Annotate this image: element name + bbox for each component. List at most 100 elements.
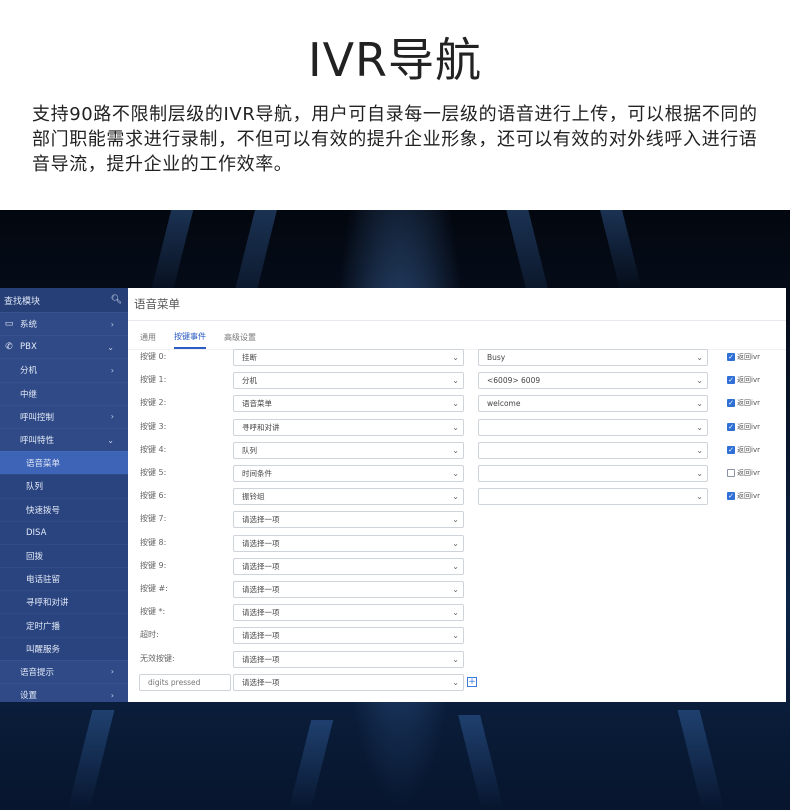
tab[interactable]: 按键事件 [174, 331, 206, 349]
sidebar-item[interactable]: ✆ PBX ⌄ [0, 335, 128, 358]
digits-pressed-input[interactable] [139, 673, 231, 691]
key-label: 按键 0: [140, 352, 167, 361]
action-select[interactable]: 请选择一项 ⌄ [233, 627, 464, 645]
action-select[interactable]: 振铃组 ⌄ [233, 488, 464, 506]
sidebar-item[interactable]: 分机 › [0, 358, 128, 381]
target-select[interactable]: ⌄ [478, 441, 708, 459]
sidebar-item-label: 分机 [20, 366, 38, 377]
select-value: 请选择一项 [242, 515, 280, 525]
module-search[interactable]: 查找模块 🔍︎ [0, 288, 128, 312]
sidebar-item-label: 电话驻留 [26, 575, 61, 586]
action-select[interactable]: 分机 ⌄ [233, 372, 464, 390]
select-value: 语音菜单 [242, 399, 272, 409]
search-icon[interactable]: 🔍︎ [111, 295, 122, 305]
return-ivr-label: 返回ivr [737, 492, 760, 501]
return-ivr-label: 返回ivr [737, 353, 760, 361]
sidebar-item[interactable]: 叫醒服务 [0, 636, 128, 660]
action-select[interactable]: 请选择一项 ⌄ [233, 650, 464, 668]
return-ivr-checkbox[interactable]: 返回ivr [727, 468, 760, 478]
key-row: 无效按键: 请选择一项 ⌄ [128, 650, 786, 669]
checkbox-icon: ✓ [727, 376, 735, 385]
chevron-down-icon: ⌄ [452, 631, 459, 641]
key-row: 按键 1: 分机 ⌄ <6009> 6009 ⌄ ✓ 返回ivr [128, 372, 786, 390]
tab[interactable]: 通用 [140, 332, 156, 349]
sidebar-item[interactable]: 呼叫特性 ⌄ [0, 427, 128, 451]
sidebar-item[interactable]: 设置 › [0, 683, 128, 702]
phone-icon: ✆ [5, 342, 13, 353]
select-value: 请选择一项 [242, 538, 280, 548]
chevron-icon: ⌄ [107, 342, 114, 352]
chevron-down-icon: ⌄ [452, 422, 459, 432]
chevron-icon: › [110, 412, 114, 422]
action-select[interactable]: 寻呼和对讲 ⌄ [233, 418, 464, 436]
sidebar-item[interactable]: 语音菜单 [0, 451, 128, 475]
target-select[interactable]: Busy ⌄ [478, 349, 708, 366]
target-select[interactable]: ⌄ [478, 488, 708, 506]
key-label: 按键 6: [140, 491, 167, 501]
action-select[interactable]: 挂断 ⌄ [233, 349, 464, 366]
key-label: 超时: [140, 630, 159, 640]
target-select[interactable]: ⌄ [478, 418, 708, 436]
return-ivr-checkbox[interactable]: ✓ 返回ivr [727, 445, 760, 455]
chevron-down-icon: ⌄ [696, 399, 703, 409]
checkbox-icon [727, 469, 735, 477]
key-label: 按键 4: [140, 444, 167, 454]
sidebar-item[interactable]: 快速拨号 [0, 497, 128, 521]
sidebar-item[interactable]: 呼叫控制 › [0, 404, 128, 428]
key-label: 按键 #: [140, 584, 168, 593]
return-ivr-label: 返回ivr [737, 469, 760, 477]
sidebar-item[interactable]: 电话驻留 [0, 567, 128, 591]
sidebar-item-label: 中继 [20, 389, 38, 400]
return-ivr-checkbox[interactable]: ✓ 返回ivr [727, 375, 760, 385]
return-ivr-label: 返回ivr [737, 376, 760, 385]
sidebar-item[interactable]: 中继 [0, 381, 128, 405]
sidebar-item-label: 叫醒服务 [26, 644, 61, 655]
chevron-down-icon: ⌄ [696, 353, 703, 362]
sidebar-item[interactable]: 回拨 [0, 543, 128, 568]
target-select[interactable]: ⌄ [478, 465, 708, 482]
return-ivr-checkbox[interactable]: ✓ 返回ivr [727, 422, 760, 432]
sidebar-item[interactable]: 队列 [0, 474, 128, 498]
sidebar-item[interactable]: ▭ 系统 › [0, 312, 128, 335]
target-select[interactable]: <6009> 6009 ⌄ [478, 372, 708, 390]
action-select[interactable]: 请选择一项 ⌄ [233, 581, 464, 598]
sidebar-item-label: PBX [20, 342, 37, 353]
return-ivr-checkbox[interactable]: ✓ 返回ivr [727, 398, 760, 408]
action-select[interactable]: 请选择一项 ⌄ [233, 557, 464, 575]
sidebar-item[interactable]: DISA [0, 520, 128, 544]
chevron-down-icon: ⌄ [452, 445, 459, 455]
action-select[interactable]: 语音菜单 ⌄ [233, 395, 464, 413]
page-title: IVR导航 [308, 33, 482, 87]
chevron-icon: ⌄ [107, 435, 114, 445]
sidebar-item[interactable]: 语音提示 › [0, 659, 128, 683]
action-select[interactable]: 请选择一项 ⌄ [233, 604, 464, 622]
select-value: Busy [487, 353, 506, 362]
sidebar-item[interactable]: 定时广播 [0, 613, 128, 637]
return-ivr-label: 返回ivr [737, 422, 760, 431]
key-row: 按键 8: 请选择一项 ⌄ [128, 534, 786, 553]
action-select[interactable]: 请选择一项 ⌄ [233, 534, 464, 552]
plus-icon[interactable]: + [467, 676, 477, 687]
return-ivr-checkbox[interactable]: ✓ 返回ivr [727, 352, 760, 362]
chevron-down-icon: ⌄ [452, 654, 459, 664]
key-row: 超时: 请选择一项 ⌄ [128, 627, 786, 645]
action-select[interactable]: 队列 ⌄ [233, 441, 464, 459]
key-label: 按键 1: [140, 375, 167, 385]
target-select[interactable]: welcome ⌄ [478, 395, 708, 413]
sidebar-item[interactable]: 寻呼和对讲 [0, 590, 128, 614]
key-label: 按键 5: [140, 468, 167, 477]
select-value: 挂断 [242, 353, 257, 362]
checkbox-icon: ✓ [727, 399, 735, 408]
action-select[interactable]: 请选择一项 ⌄ [233, 673, 464, 691]
key-row: 按键 6: 振铃组 ⌄ ⌄ ✓ 返回ivr [128, 488, 786, 506]
select-value: <6009> 6009 [487, 376, 541, 386]
tab[interactable]: 高级设置 [224, 332, 256, 349]
module-search-label: 查找模块 [4, 296, 41, 307]
chevron-down-icon: ⌄ [452, 515, 459, 525]
return-ivr-checkbox[interactable]: ✓ 返回ivr [727, 491, 760, 501]
checkbox-icon: ✓ [727, 445, 735, 454]
action-select[interactable]: 时间条件 ⌄ [233, 465, 464, 482]
action-select[interactable]: 请选择一项 ⌄ [233, 511, 464, 529]
select-value: 分机 [242, 376, 257, 386]
key-row: 按键 9: 请选择一项 ⌄ [128, 557, 786, 576]
